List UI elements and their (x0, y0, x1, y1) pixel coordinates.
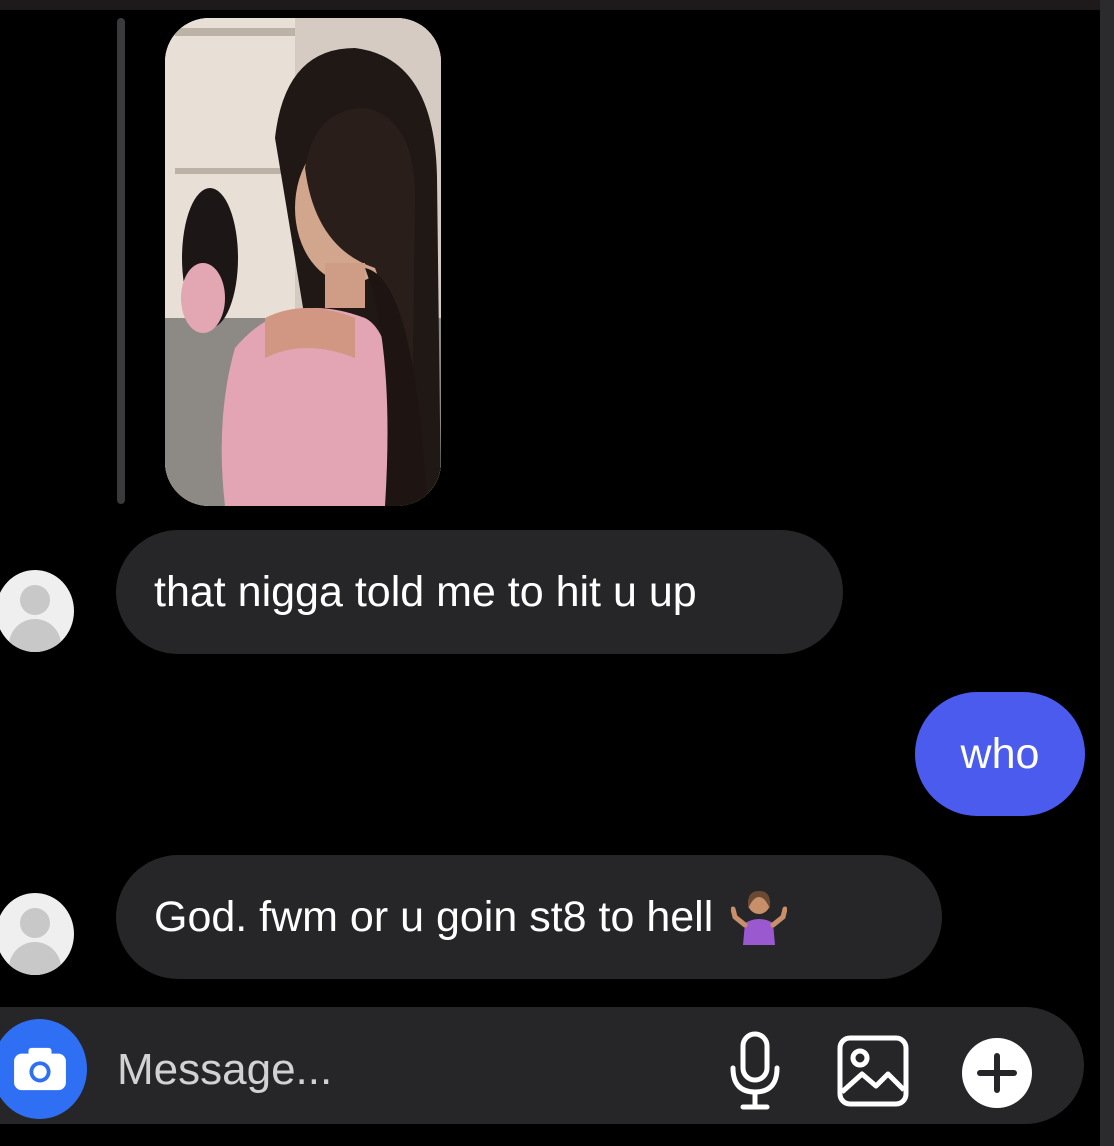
outgoing-message-bubble[interactable]: who (915, 692, 1085, 816)
microphone-icon (730, 1031, 780, 1110)
message-text: who (960, 729, 1040, 778)
avatar-head (20, 908, 50, 938)
reply-indicator-line (117, 18, 125, 504)
top-edge (0, 0, 1114, 10)
message-text: that nigga told me to hit u up (154, 567, 697, 616)
message-text: God. fwm or u goin st8 to hell (154, 892, 714, 941)
gallery-icon (837, 1035, 909, 1107)
voice-message-button[interactable] (726, 1030, 784, 1112)
plus-icon (962, 1038, 1032, 1108)
photo-image (165, 18, 441, 506)
chat-thread: that nigga told me to hit u up who God. … (0, 0, 1114, 1146)
camera-icon (13, 1047, 66, 1091)
incoming-message-bubble[interactable]: that nigga told me to hit u up (116, 530, 843, 654)
avatar-head (20, 585, 50, 615)
message-input[interactable] (117, 1040, 637, 1100)
incoming-message-bubble[interactable]: God. fwm or u goin st8 to hell (116, 855, 942, 979)
person-shrugging-icon (730, 889, 788, 945)
avatar-body (9, 619, 61, 652)
shared-photo[interactable] (165, 18, 441, 506)
gallery-button[interactable] (836, 1034, 910, 1108)
scrollbar-track (1100, 0, 1114, 1146)
avatar-body (9, 942, 61, 975)
sender-avatar[interactable] (0, 570, 74, 652)
more-options-button[interactable] (960, 1036, 1034, 1110)
sender-avatar[interactable] (0, 893, 74, 975)
